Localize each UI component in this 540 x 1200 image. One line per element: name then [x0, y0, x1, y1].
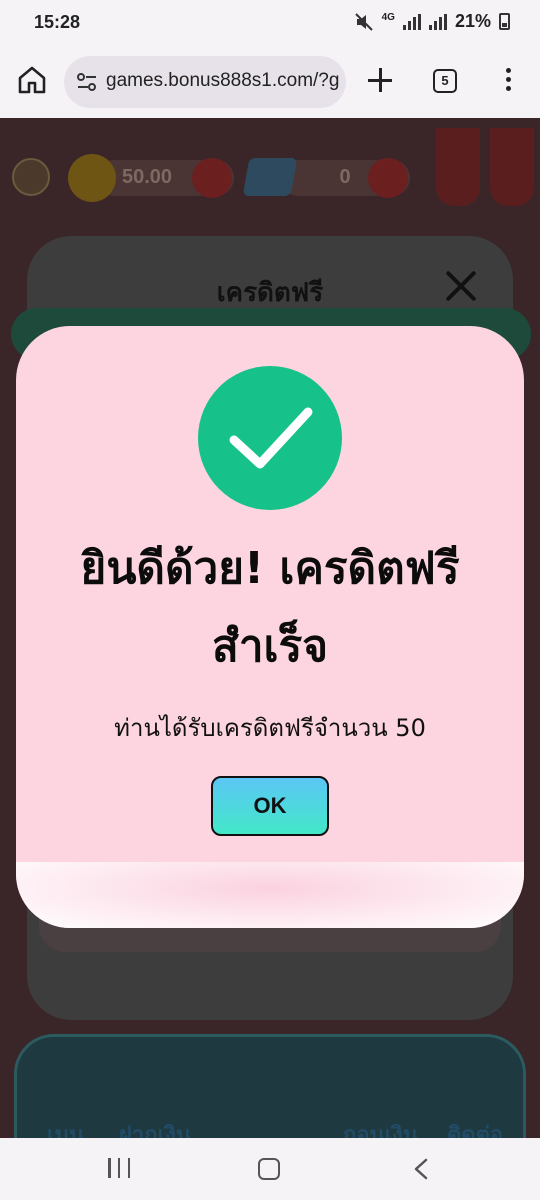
- signal-icon-2: [428, 13, 447, 30]
- home-icon: [18, 66, 46, 94]
- gem-icon: [242, 158, 298, 196]
- status-bar: 15:28 4G 21%: [0, 0, 540, 46]
- dialog-title: ยินดีด้วย! เครดิตฟรี สำเร็จ: [16, 530, 524, 686]
- dialog-message: ท่านได้รับเครดิตฟรีจำนวน 50: [114, 714, 426, 742]
- network-label: 4G: [381, 12, 395, 23]
- recent-apps-button[interactable]: [108, 1158, 130, 1180]
- back-icon[interactable]: [412, 1158, 430, 1180]
- nav-withdraw: ถอนเงิน: [343, 1122, 418, 1138]
- nav-contact: ติดต่อ: [447, 1122, 504, 1138]
- modal-title: เครดิตฟรี: [216, 278, 324, 308]
- game-bottom-nav: เมนู ฝากเงิน ถอนเงิน ติดต่อ: [14, 1034, 526, 1138]
- system-home-button[interactable]: [258, 1158, 280, 1180]
- tab-switcher-button[interactable]: 5: [433, 69, 457, 93]
- battery-icon: [499, 13, 510, 30]
- home-button[interactable]: [14, 62, 50, 98]
- nav-deposit: ฝากเงิน: [119, 1122, 191, 1138]
- success-dialog: ยินดีด้วย! เครดิตฟรี สำเร็จ ท่านได้รับเค…: [16, 326, 524, 928]
- url-text: games.bonus888s1.com/?g: [106, 70, 340, 91]
- system-nav-bar: [0, 1138, 540, 1200]
- bell-icon: [436, 128, 480, 206]
- avatar: [12, 158, 50, 196]
- hamburger-icon: [490, 128, 534, 206]
- mute-icon: [354, 12, 373, 31]
- address-bar[interactable]: games.bonus888s1.com/?g: [64, 56, 346, 108]
- status-time: 15:28: [34, 12, 81, 32]
- dialog-footer-glow: [16, 862, 524, 928]
- nav-menu: เมนู: [47, 1122, 85, 1138]
- ok-button[interactable]: OK: [211, 776, 329, 836]
- signal-icon: [402, 13, 421, 30]
- add-credit-button: [192, 158, 232, 198]
- dialog-title-line2: สำเร็จ: [211, 621, 328, 672]
- coin-icon: [68, 154, 116, 202]
- success-check-icon: [198, 366, 342, 510]
- browser-menu-button[interactable]: [504, 68, 512, 96]
- close-icon[interactable]: [443, 268, 479, 304]
- status-icons: 4G 21%: [354, 11, 510, 32]
- new-tab-button[interactable]: [366, 66, 394, 94]
- add-gem-button: [368, 158, 408, 198]
- battery-percent: 21%: [454, 11, 491, 31]
- dialog-title-line1: ยินดีด้วย! เครดิตฟรี: [80, 543, 460, 594]
- browser-toolbar: games.bonus888s1.com/?g 5: [0, 46, 540, 118]
- site-settings-icon[interactable]: [76, 72, 98, 92]
